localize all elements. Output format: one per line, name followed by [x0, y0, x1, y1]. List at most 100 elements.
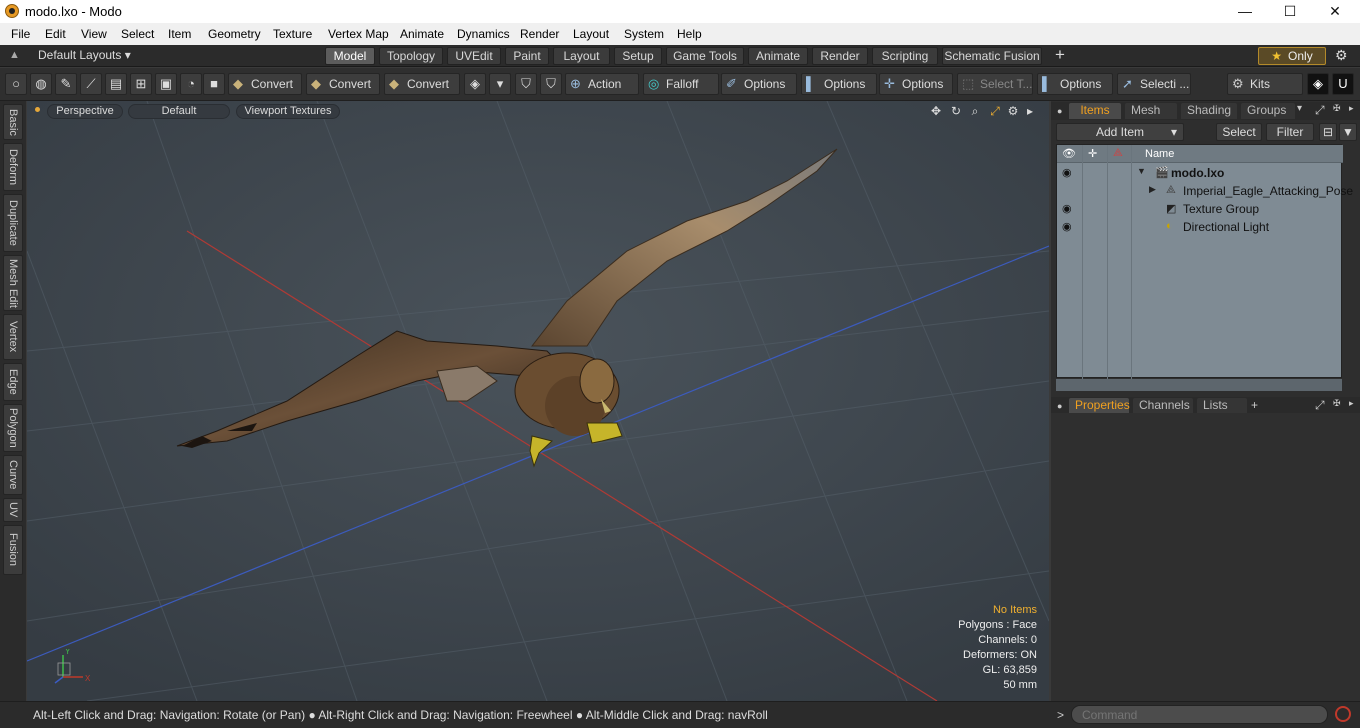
- filter-button[interactable]: Filter: [1266, 123, 1314, 141]
- options-button-1[interactable]: ✐ Options: [721, 73, 797, 95]
- menu-select[interactable]: Select: [121, 27, 154, 41]
- box-tool-icon[interactable]: ◈: [464, 73, 486, 95]
- tab-lists[interactable]: Lists: [1197, 398, 1247, 414]
- play-icon[interactable]: ▸: [1022, 104, 1038, 120]
- unity-icon[interactable]: ◈: [1307, 73, 1329, 95]
- collapse-icon[interactable]: ▲: [9, 49, 20, 61]
- convert-button-1[interactable]: ◆ Convert: [228, 73, 302, 95]
- add-layout-tab-button[interactable]: +: [1055, 45, 1065, 65]
- collapse-list-icon[interactable]: ⊟: [1319, 123, 1337, 141]
- expand-arrow-icon[interactable]: ▼: [1137, 166, 1146, 176]
- edges-icon[interactable]: ⟋: [80, 73, 102, 95]
- viewport-settings-icon[interactable]: ⚙: [1005, 104, 1021, 120]
- tab-uv[interactable]: UV: [3, 498, 23, 522]
- tab-paint[interactable]: Paint: [505, 47, 549, 65]
- tab-polygon[interactable]: Polygon: [3, 404, 23, 452]
- only-toggle[interactable]: ★ Only: [1258, 47, 1326, 65]
- polygons-icon[interactable]: ▤: [105, 73, 127, 95]
- pivot-icon[interactable]: ◔: [180, 73, 202, 95]
- viewport-textures-dropdown[interactable]: Viewport Textures: [236, 104, 340, 119]
- menu-texture[interactable]: Texture: [273, 27, 312, 41]
- menu-vertex-map[interactable]: Vertex Map: [328, 27, 389, 41]
- tab-vertex[interactable]: Vertex: [3, 314, 23, 360]
- pan-icon[interactable]: ✥: [928, 104, 944, 120]
- tab-mesh-edit[interactable]: Mesh Edit: [3, 255, 23, 311]
- 3d-viewport[interactable]: Perspective Default Viewport Textures ✥ …: [27, 101, 1049, 701]
- menu-layout[interactable]: Layout: [573, 27, 609, 41]
- symmetry-icon[interactable]: ⛉: [540, 73, 562, 95]
- tab-items[interactable]: Items: [1069, 103, 1121, 119]
- tree-row-mesh[interactable]: ▶ ⟁ Imperial_Eagle_Attacking_Pose: [1057, 182, 1353, 200]
- funnel-icon[interactable]: ▼: [1339, 123, 1357, 141]
- tab-duplicate[interactable]: Duplicate: [3, 194, 23, 252]
- pen-icon[interactable]: ✎: [55, 73, 77, 95]
- record-macro-icon[interactable]: [1335, 706, 1351, 722]
- tree-row-scene[interactable]: ◉ ▼ 🎬 modo.lxo: [1057, 164, 1343, 182]
- menu-item[interactable]: Item: [168, 27, 191, 41]
- globe-icon[interactable]: ◍: [30, 73, 52, 95]
- add-item-dropdown-icon[interactable]: ▾: [1165, 124, 1183, 142]
- action-center-button[interactable]: ⊕ Action: [565, 73, 639, 95]
- shield-icon[interactable]: ⛉: [515, 73, 537, 95]
- tab-shading[interactable]: Shading: [1181, 103, 1237, 119]
- eye-icon[interactable]: ◉: [1062, 220, 1072, 233]
- tree-row-texture-group[interactable]: ◉ ◩ Texture Group: [1057, 200, 1343, 218]
- menu-geometry[interactable]: Geometry: [208, 27, 261, 41]
- convert-button-2[interactable]: ◆ Convert: [306, 73, 380, 95]
- pin-icon[interactable]: ✠: [1333, 398, 1341, 409]
- tab-setup[interactable]: Setup: [614, 47, 662, 65]
- tab-layout[interactable]: Layout: [553, 47, 610, 65]
- menu-render[interactable]: Render: [520, 27, 559, 41]
- tab-render[interactable]: Render: [812, 47, 868, 65]
- options-button-3[interactable]: ✛ Options: [879, 73, 953, 95]
- convert-button-3[interactable]: ◆ Convert: [384, 73, 460, 95]
- expand-panel-icon[interactable]: ⤢: [1315, 103, 1325, 118]
- close-button[interactable]: ✕: [1312, 0, 1358, 23]
- name-column-header[interactable]: Name: [1145, 148, 1174, 160]
- materials-icon[interactable]: ▣: [155, 73, 177, 95]
- tab-model[interactable]: Model: [325, 47, 375, 65]
- minimize-button[interactable]: —: [1222, 0, 1268, 23]
- command-input[interactable]: [1071, 705, 1328, 724]
- kits-button[interactable]: ⚙ Kits: [1227, 73, 1303, 95]
- tab-channels[interactable]: Channels: [1133, 398, 1193, 414]
- unreal-icon[interactable]: U: [1332, 73, 1354, 95]
- select-button[interactable]: Select: [1216, 123, 1262, 141]
- menu-animate[interactable]: Animate: [400, 27, 444, 41]
- tab-uvedit[interactable]: UVEdit: [447, 47, 501, 65]
- select-through-button[interactable]: ⬚ Select T...: [957, 73, 1033, 95]
- pin-icon[interactable]: ✠: [1333, 103, 1341, 114]
- item-list-scrollbar[interactable]: [1056, 379, 1342, 391]
- tree-row-light[interactable]: ◉ ◐ Directional Light: [1057, 218, 1343, 236]
- maximize-button[interactable]: ☐: [1267, 0, 1313, 23]
- tab-fusion[interactable]: Fusion: [3, 525, 23, 575]
- menu-edit[interactable]: Edit: [45, 27, 66, 41]
- tab-basic[interactable]: Basic: [3, 104, 23, 140]
- panel-arrow-icon[interactable]: ▸: [1349, 103, 1354, 114]
- menu-system[interactable]: System: [624, 27, 664, 41]
- items-icon[interactable]: ⊞: [130, 73, 152, 95]
- options-button-4[interactable]: ▌ Options: [1037, 73, 1113, 95]
- menu-file[interactable]: File: [11, 27, 30, 41]
- expand-arrow-icon[interactable]: ▶: [1149, 184, 1156, 195]
- falloff-button[interactable]: ◎ Falloff: [643, 73, 719, 95]
- cube-icon[interactable]: ■: [203, 73, 225, 95]
- tab-scripting[interactable]: Scripting: [872, 47, 938, 65]
- tab-overflow-chevron-icon[interactable]: ▾: [1297, 103, 1302, 114]
- default-layouts-dropdown[interactable]: Default Layouts ▾: [38, 48, 131, 62]
- options-button-2[interactable]: ▌ Options: [801, 73, 877, 95]
- chevron-down-icon[interactable]: ▾: [489, 73, 511, 95]
- panel-arrow-icon[interactable]: ▸: [1349, 398, 1354, 409]
- tab-groups[interactable]: Groups: [1241, 103, 1295, 119]
- eye-icon[interactable]: ◉: [1062, 202, 1072, 215]
- tab-edge[interactable]: Edge: [3, 363, 23, 401]
- vertices-select-icon[interactable]: ○: [5, 73, 27, 95]
- view-type-dropdown[interactable]: Perspective: [47, 104, 123, 119]
- maximize-viewport-icon[interactable]: ⤢: [987, 104, 1003, 120]
- eye-icon[interactable]: ◉: [1062, 166, 1072, 179]
- tab-game-tools[interactable]: Game Tools: [666, 47, 744, 65]
- tab-topology[interactable]: Topology: [379, 47, 443, 65]
- rotate-icon[interactable]: ↻: [948, 104, 964, 120]
- menu-view[interactable]: View: [81, 27, 107, 41]
- tab-deform[interactable]: Deform: [3, 143, 23, 191]
